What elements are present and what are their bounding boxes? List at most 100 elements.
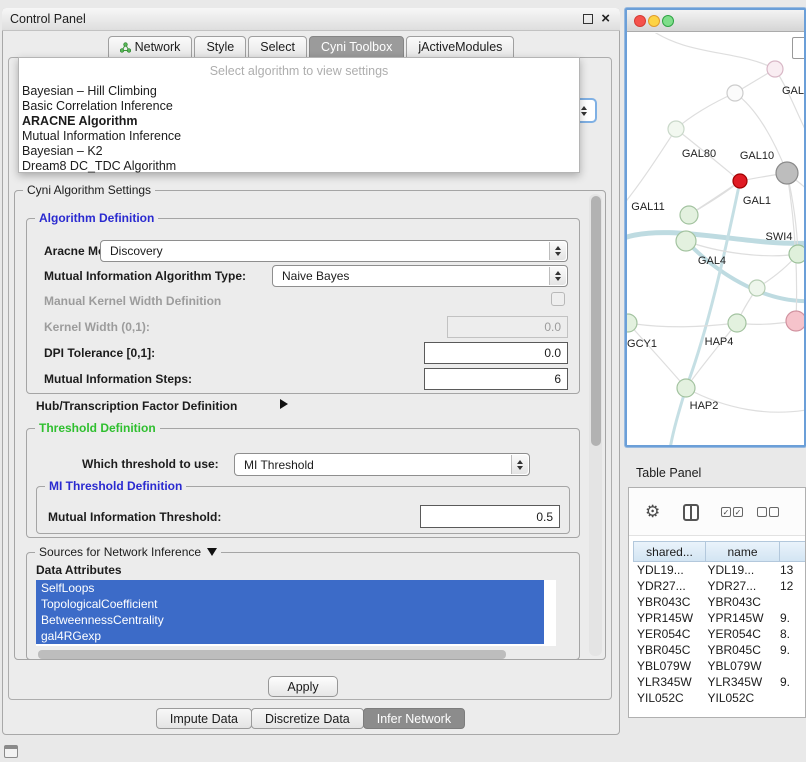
network-tools-box[interactable] xyxy=(792,37,804,59)
network-node-label: HAP2 xyxy=(690,400,719,412)
sources-group-title-row: Sources for Network Inference xyxy=(35,545,221,559)
select-all-icon[interactable]: ✓✓ xyxy=(721,507,743,517)
zoom-traffic-light[interactable] xyxy=(662,15,674,27)
algorithm-option[interactable]: Bayesian – Hill Climbing xyxy=(19,84,579,99)
settings-scrollbar[interactable] xyxy=(589,194,602,656)
network-node[interactable] xyxy=(627,314,637,332)
network-node[interactable] xyxy=(776,162,798,184)
algorithm-dropdown-list: Bayesian – Hill ClimbingBasic Correlatio… xyxy=(19,84,579,174)
network-node[interactable] xyxy=(668,121,684,137)
minimized-panel-icon[interactable] xyxy=(4,745,18,758)
table-row[interactable]: YBL079WYBL079W xyxy=(633,658,805,674)
kernel-width-field[interactable]: 0.0 xyxy=(447,316,568,338)
network-node[interactable] xyxy=(733,174,747,188)
tab-label: Cyni Toolbox xyxy=(321,40,392,54)
table-cell: 12 xyxy=(776,579,805,593)
dropdown-placeholder: Select algorithm to view settings xyxy=(19,58,579,84)
control-panel-titlebar[interactable]: Control Panel × xyxy=(2,8,620,31)
table-cell: YER054C xyxy=(704,627,776,641)
network-node-label: GAL xyxy=(782,85,804,97)
network-node[interactable] xyxy=(786,311,804,331)
data-attribute-item[interactable]: SelfLoops xyxy=(36,580,544,596)
window-title: Control Panel xyxy=(10,12,86,26)
data-attribute-item[interactable]: BetweennessCentrality xyxy=(36,612,544,628)
combobox-arrows-icon xyxy=(549,242,566,260)
settings-scrollbar-thumb[interactable] xyxy=(591,196,601,446)
table-cell: YBR043C xyxy=(704,595,776,609)
table-row[interactable]: YLR345WYLR345W9. xyxy=(633,674,805,690)
column-header[interactable] xyxy=(779,541,806,562)
dpi-tolerance-field[interactable]: 0.0 xyxy=(424,342,568,364)
table-cell: 9. xyxy=(776,611,805,625)
tab-impute-data[interactable]: Impute Data xyxy=(156,708,252,729)
algorithm-option[interactable]: Dream8 DC_TDC Algorithm xyxy=(19,159,579,174)
tab-network[interactable]: Network xyxy=(108,36,193,58)
table-row[interactable]: YER054CYER054C8. xyxy=(633,626,805,642)
network-node[interactable] xyxy=(676,231,696,251)
algorithm-option[interactable]: Basic Correlation Inference xyxy=(19,99,579,114)
table-cell: 9. xyxy=(776,675,805,689)
data-attribute-item[interactable]: TopologicalCoefficient xyxy=(36,596,544,612)
table-toolbar: ⚙ ✓✓ xyxy=(629,488,805,536)
aracne-mode-combobox[interactable]: Discovery xyxy=(100,240,568,262)
tab-jactivemodules[interactable]: jActiveModules xyxy=(406,36,514,58)
deselect-all-icon[interactable] xyxy=(757,507,779,517)
mi-type-label: Mutual Information Algorithm Type: xyxy=(44,269,246,283)
network-node[interactable] xyxy=(728,314,746,332)
kernel-width-label: Kernel Width (0,1): xyxy=(44,320,150,334)
network-node[interactable] xyxy=(727,85,743,101)
expand-arrow-icon[interactable] xyxy=(280,399,288,409)
column-header[interactable]: name xyxy=(705,541,780,562)
network-node[interactable] xyxy=(680,206,698,224)
tab-infer-network[interactable]: Infer Network xyxy=(363,708,465,729)
table-row[interactable]: YIL052CYIL052C xyxy=(633,690,805,706)
table-cell: YLR345W xyxy=(704,675,776,689)
table-row[interactable]: YDR27...YDR27...12 xyxy=(633,578,805,594)
float-window-icon[interactable] xyxy=(583,14,593,24)
data-attributes-label: Data Attributes xyxy=(36,563,122,577)
algorithm-option[interactable]: Mutual Information Inference xyxy=(19,129,579,144)
attributes-hscrollbar-thumb[interactable] xyxy=(38,650,506,659)
mi-steps-field[interactable]: 6 xyxy=(424,368,568,390)
table-row[interactable]: YBR043CYBR043C xyxy=(633,594,805,610)
algorithm-option[interactable]: ARACNE Algorithm xyxy=(19,114,579,129)
table-row[interactable]: YPR145WYPR145W9. xyxy=(633,610,805,626)
network-canvas[interactable]: GALGAL80GAL10GAL11GAL1SWI4GAL4GCY1HAP4HA… xyxy=(627,33,804,445)
network-node[interactable] xyxy=(749,280,765,296)
tab-style[interactable]: Style xyxy=(194,36,246,58)
tab-select[interactable]: Select xyxy=(248,36,307,58)
table-cell: YBL079W xyxy=(633,659,704,673)
which-threshold-combobox[interactable]: MI Threshold xyxy=(234,453,530,476)
network-node-label: GCY1 xyxy=(627,338,657,350)
network-node[interactable] xyxy=(677,379,695,397)
network-node[interactable] xyxy=(767,61,783,77)
tab-cyni-toolbox[interactable]: Cyni Toolbox xyxy=(309,36,404,58)
which-threshold-label: Which threshold to use: xyxy=(82,457,219,471)
network-node-label: GAL11 xyxy=(631,201,664,213)
gear-icon[interactable]: ⚙ xyxy=(645,502,660,522)
table-panel-window: ⚙ ✓✓ shared...name YDL19...YDL19...13YDR… xyxy=(628,487,806,718)
close-traffic-light[interactable] xyxy=(634,15,646,27)
network-node[interactable] xyxy=(789,245,804,263)
minimize-traffic-light[interactable] xyxy=(648,15,660,27)
mi-type-combobox[interactable]: Naive Bayes xyxy=(272,265,568,287)
mi-threshold-field[interactable]: 0.5 xyxy=(420,505,560,528)
desktop: Control Panel × NetworkStyleSelect Cyni T… xyxy=(0,0,806,762)
column-header[interactable]: shared... xyxy=(633,541,706,562)
table-cell: YLR345W xyxy=(633,675,704,689)
close-window-icon[interactable]: × xyxy=(601,12,610,26)
network-window-titlebar[interactable] xyxy=(627,10,804,32)
columns-icon[interactable] xyxy=(683,504,699,521)
apply-button[interactable]: Apply xyxy=(268,676,338,697)
attributes-hscrollbar[interactable] xyxy=(38,650,554,659)
table-row[interactable]: YBR045CYBR045C9. xyxy=(633,642,805,658)
algorithm-option[interactable]: Bayesian – K2 xyxy=(19,144,579,159)
group-title: Algorithm Definition xyxy=(35,211,158,225)
data-attribute-item[interactable]: gal4RGexp xyxy=(36,628,544,644)
tab-discretize-data[interactable]: Discretize Data xyxy=(251,708,364,729)
table-row[interactable]: YDL19...YDL19...13 xyxy=(633,562,805,578)
collapse-arrow-icon[interactable] xyxy=(207,548,217,556)
hub-section-label: Hub/Transcription Factor Definition xyxy=(36,399,237,413)
bottom-tab-bar: Impute DataDiscretize DataInfer Network xyxy=(2,708,620,729)
manual-kernel-checkbox[interactable] xyxy=(551,292,565,306)
